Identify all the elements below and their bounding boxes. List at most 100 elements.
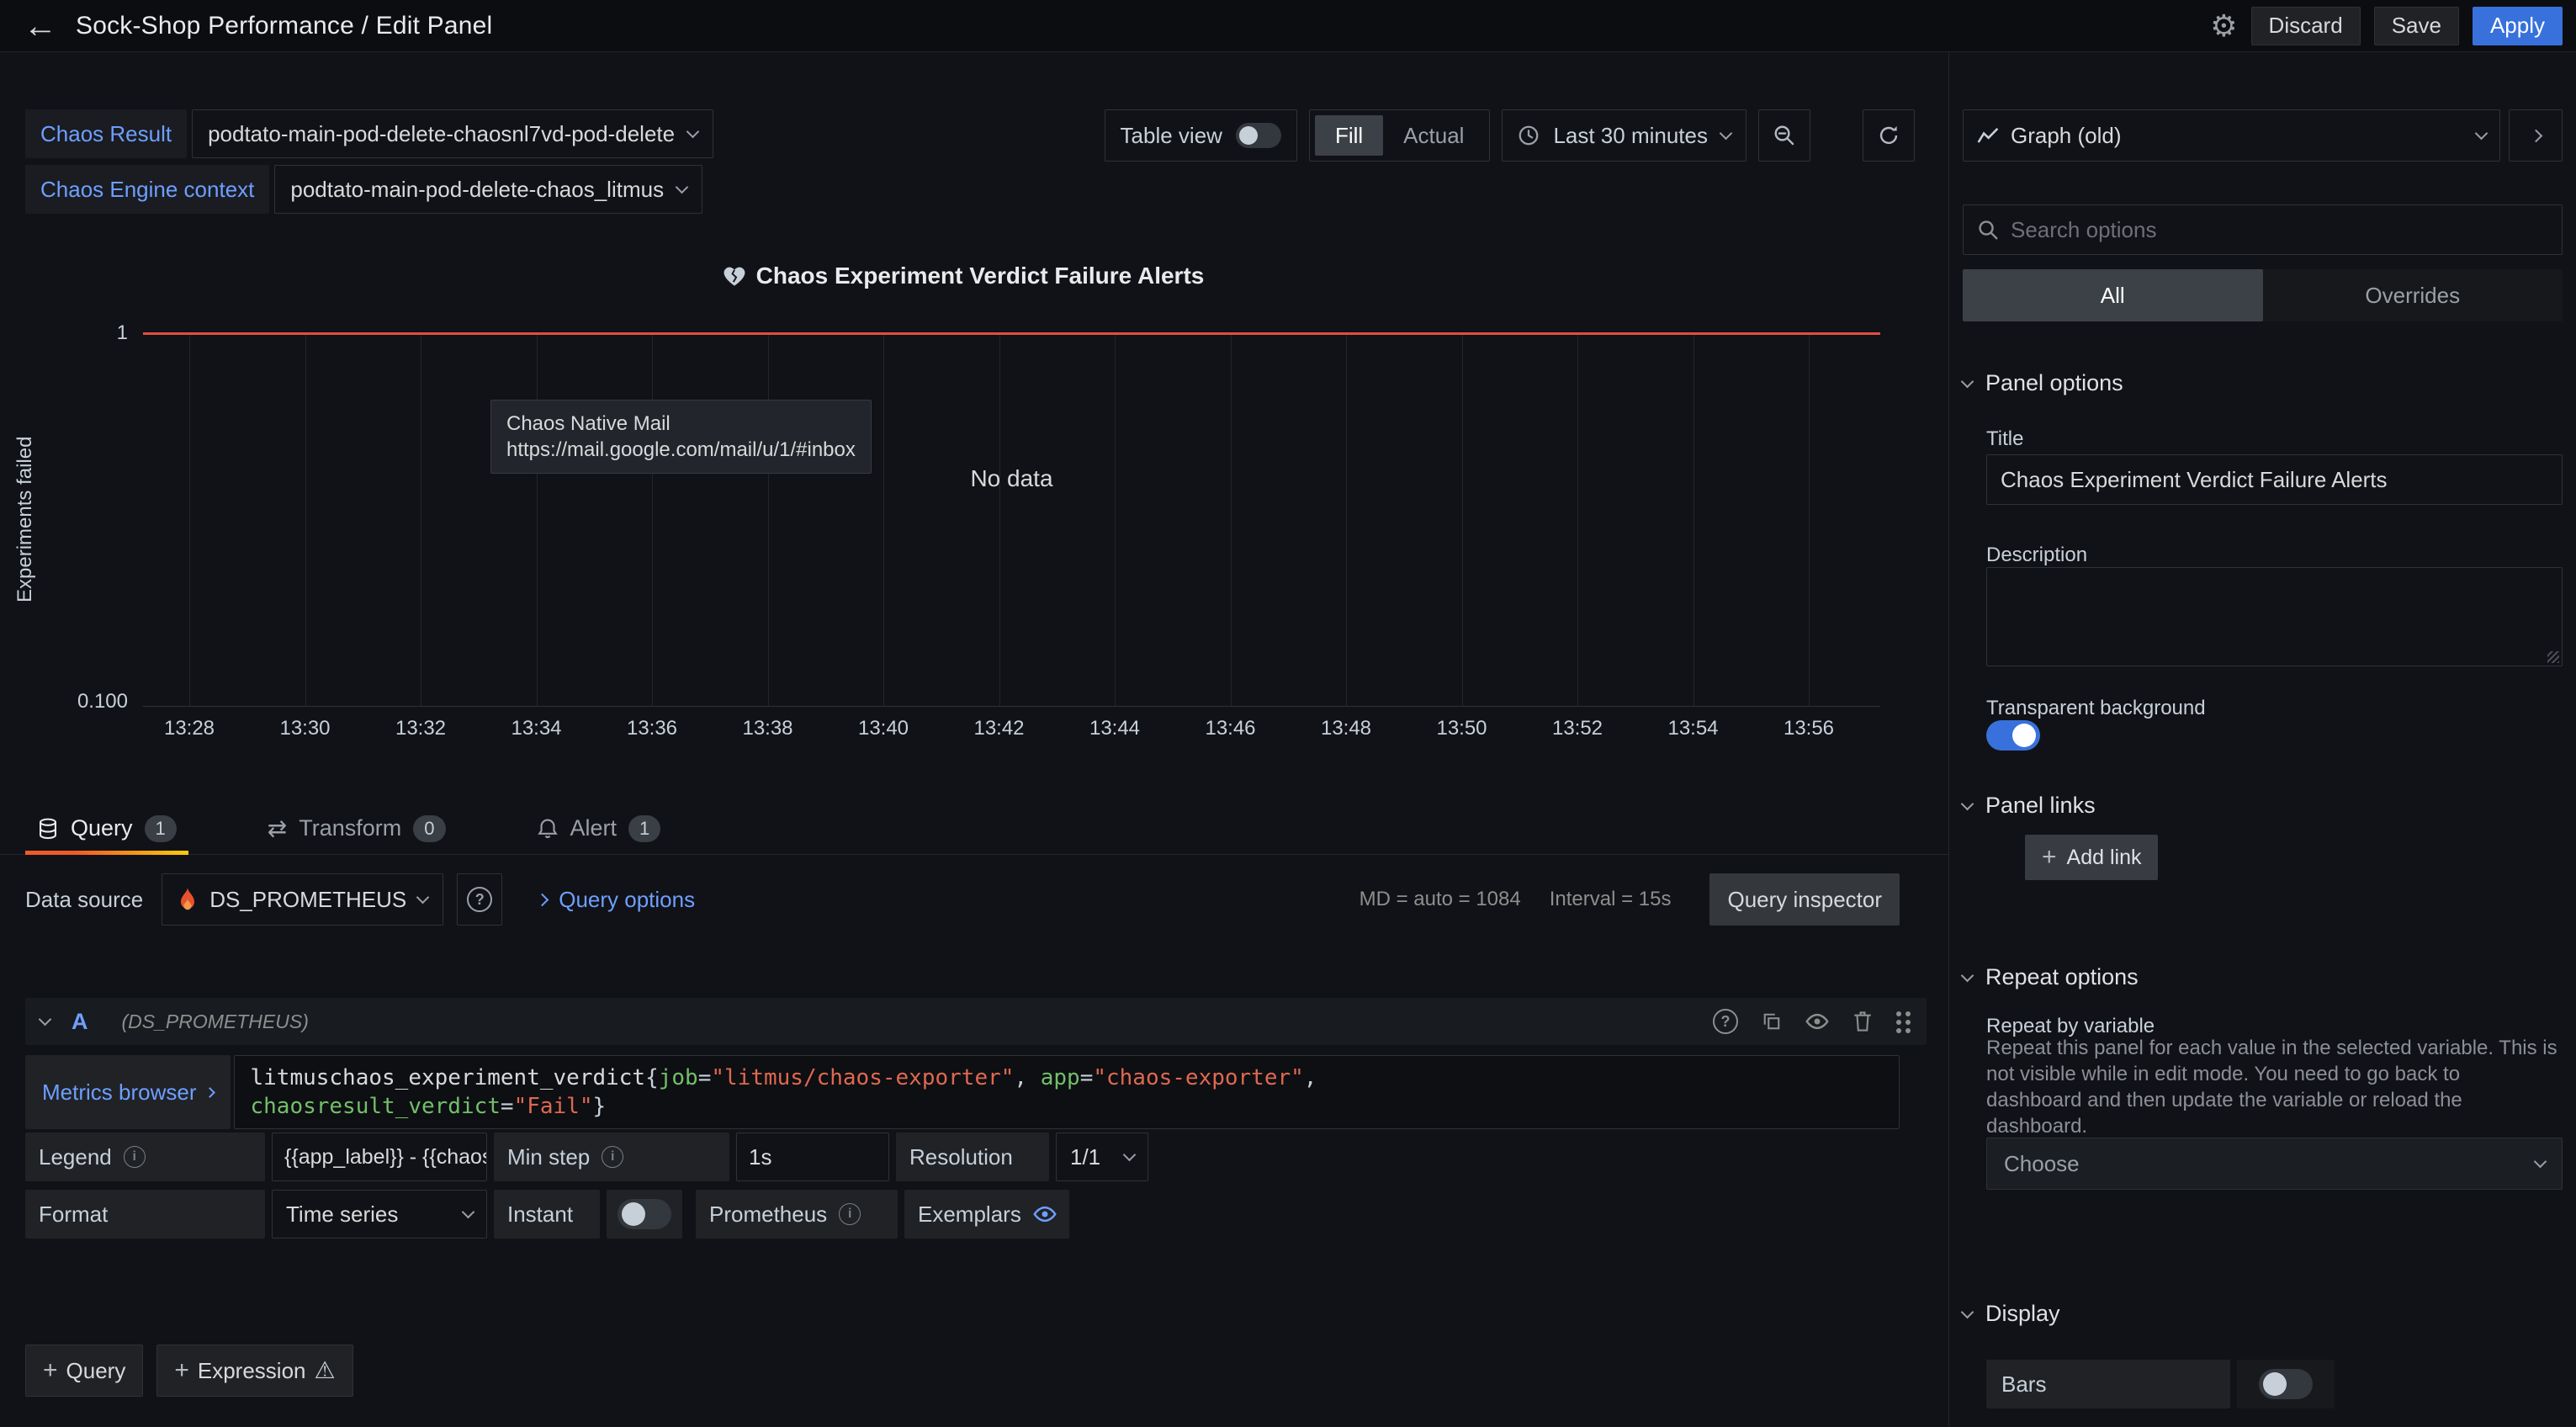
bars-toggle-box — [2237, 1360, 2335, 1408]
tab-transform[interactable]: ⇄ Transform 0 — [256, 803, 458, 854]
transparent-background-label: Transparent background — [1986, 697, 2206, 720]
data-link-tooltip: Chaos Native Mail https://mail.google.co… — [490, 400, 872, 474]
legend-input[interactable]: {{app_label}} - {{chaos… — [272, 1133, 487, 1181]
tab-all[interactable]: All — [1963, 269, 2263, 321]
section-display[interactable]: Display — [1963, 1301, 2060, 1327]
chevron-right-icon — [205, 1087, 216, 1098]
info-icon — [124, 1146, 146, 1168]
x-tick-label: 13:50 — [1436, 717, 1487, 740]
x-axis: 13:2813:3013:3213:3413:3613:3813:4013:42… — [143, 717, 1880, 742]
gridline — [537, 332, 538, 706]
zoom-out-button[interactable] — [1758, 109, 1810, 162]
query-row-header[interactable]: A (DS_PROMETHEUS) — [25, 998, 1927, 1045]
chevron-down-icon — [1720, 127, 1733, 141]
min-step-input[interactable]: 1s — [736, 1133, 889, 1181]
data-source-value: DS_PROMETHEUS — [209, 887, 406, 913]
table-view-toggle[interactable] — [1236, 123, 1281, 148]
expr-token-punct: = — [1080, 1065, 1094, 1090]
warning-icon: ⚠ — [315, 1359, 336, 1382]
chevron-down-icon — [416, 891, 430, 904]
fill-option[interactable]: Fill — [1315, 115, 1383, 156]
section-panel-links[interactable]: Panel links — [1963, 793, 2096, 819]
apply-button[interactable]: Apply — [2473, 7, 2563, 45]
no-data-label: No data — [970, 465, 1052, 492]
y-tick-label: 0.100 — [0, 690, 128, 714]
textarea-resize-handle[interactable] — [2547, 651, 2559, 663]
instant-toggle[interactable] — [617, 1199, 671, 1229]
variable-value: podtato-main-pod-delete-chaos_litmus — [290, 177, 664, 203]
data-source-picker[interactable]: DS_PROMETHEUS — [162, 873, 443, 926]
visualization-value: Graph (old) — [2011, 123, 2122, 149]
save-button[interactable]: Save — [2374, 7, 2459, 45]
copy-icon[interactable] — [1762, 1011, 1782, 1032]
back-arrow-icon[interactable]: ← — [24, 9, 57, 43]
panel-title-input[interactable] — [1986, 454, 2563, 505]
options-sidebar: Graph (old) All Overrides Panel options … — [1948, 52, 2576, 1427]
tab-alert[interactable]: Alert 1 — [525, 803, 673, 854]
query-inspector-button[interactable]: Query inspector — [1709, 873, 1900, 926]
gridline — [1115, 332, 1116, 706]
refresh-icon — [1878, 125, 1900, 146]
add-query-button[interactable]: + Query — [25, 1345, 143, 1397]
instant-toggle-box — [607, 1190, 682, 1239]
edit-pane-left: Chaos Result podtato-main-pod-delete-cha… — [0, 52, 1948, 1427]
y-axis-label: Experiments failed — [13, 332, 37, 707]
transparent-background-toggle[interactable] — [1986, 720, 2040, 751]
section-panel-options[interactable]: Panel options — [1963, 370, 2123, 396]
gridline — [1577, 332, 1578, 706]
query-options-collapse[interactable]: Query options — [538, 887, 695, 913]
gridline — [1346, 332, 1347, 706]
plus-icon: + — [43, 1358, 58, 1383]
metrics-browser-button[interactable]: Metrics browser — [25, 1055, 231, 1129]
visualization-picker[interactable]: Graph (old) — [1963, 109, 2500, 162]
gridline — [1693, 332, 1694, 706]
discard-button[interactable]: Discard — [2251, 7, 2361, 45]
section-repeat-options[interactable]: Repeat options — [1963, 964, 2139, 990]
drag-handle-icon[interactable] — [1896, 1010, 1911, 1033]
toggle-viz-picker-button[interactable] — [2509, 109, 2563, 162]
section-heading: Panel links — [1985, 793, 2096, 819]
help-icon[interactable] — [1713, 1009, 1738, 1034]
chevron-down-icon — [2534, 1155, 2547, 1169]
query-expression[interactable]: litmuschaos_experiment_verdict{job="litm… — [234, 1055, 1900, 1129]
time-range-picker[interactable]: Last 30 minutes — [1502, 109, 1746, 162]
query-ref-datasource: (DS_PROMETHEUS) — [122, 1011, 309, 1033]
variable-value-dropdown[interactable]: podtato-main-pod-delete-chaos_litmus — [274, 165, 702, 214]
variable-chaos-result: Chaos Result podtato-main-pod-delete-cha… — [25, 109, 713, 158]
add-link-button[interactable]: + Add link — [2025, 835, 2158, 880]
tab-query[interactable]: Query 1 — [25, 803, 188, 854]
chevron-down-icon — [1961, 1305, 1974, 1318]
options-search — [1963, 204, 2563, 255]
repeat-variable-placeholder: Choose — [2004, 1151, 2080, 1177]
description-textarea[interactable] — [1986, 567, 2563, 666]
plot-area[interactable]: Chaos Native Mail https://mail.google.co… — [143, 332, 1880, 707]
expr-token-string: "chaos-exporter" — [1093, 1065, 1303, 1090]
actual-option[interactable]: Actual — [1383, 115, 1484, 156]
gear-icon[interactable]: ⚙ — [2210, 11, 2237, 41]
trash-icon[interactable] — [1852, 1011, 1873, 1032]
transform-icon: ⇄ — [268, 814, 287, 842]
expr-token-punct: } — [592, 1094, 606, 1119]
variable-value: podtato-main-pod-delete-chaosnl7vd-pod-d… — [208, 121, 675, 147]
data-source-help-button[interactable] — [457, 873, 502, 926]
repeat-variable-select[interactable]: Choose — [1986, 1138, 2563, 1190]
table-view-control: Table view — [1105, 109, 1297, 162]
x-tick-label: 13:34 — [511, 717, 561, 740]
refresh-button[interactable] — [1863, 109, 1915, 162]
tab-overrides[interactable]: Overrides — [2263, 269, 2563, 321]
format-select[interactable]: Time series — [272, 1190, 487, 1239]
tooltip-url[interactable]: https://mail.google.com/mail/u/1/#inbox — [506, 437, 856, 463]
add-expression-button[interactable]: + Expression ⚠ — [156, 1345, 352, 1397]
eye-icon[interactable] — [1805, 1013, 1829, 1030]
query-row-actions — [1713, 1009, 1911, 1034]
resolution-select[interactable]: 1/1 — [1056, 1133, 1148, 1181]
expr-token-string: "litmus/chaos-exporter" — [711, 1065, 1014, 1090]
x-tick-label: 13:30 — [279, 717, 330, 740]
bars-toggle[interactable] — [2259, 1369, 2313, 1399]
search-input[interactable] — [2011, 217, 2548, 243]
legend-label: Legend — [39, 1144, 112, 1170]
variable-value-dropdown[interactable]: podtato-main-pod-delete-chaosnl7vd-pod-d… — [192, 109, 713, 158]
expr-token-label: job — [659, 1065, 698, 1090]
exemplars-eye-icon[interactable] — [1033, 1206, 1057, 1223]
tooltip-title[interactable]: Chaos Native Mail — [506, 411, 856, 437]
